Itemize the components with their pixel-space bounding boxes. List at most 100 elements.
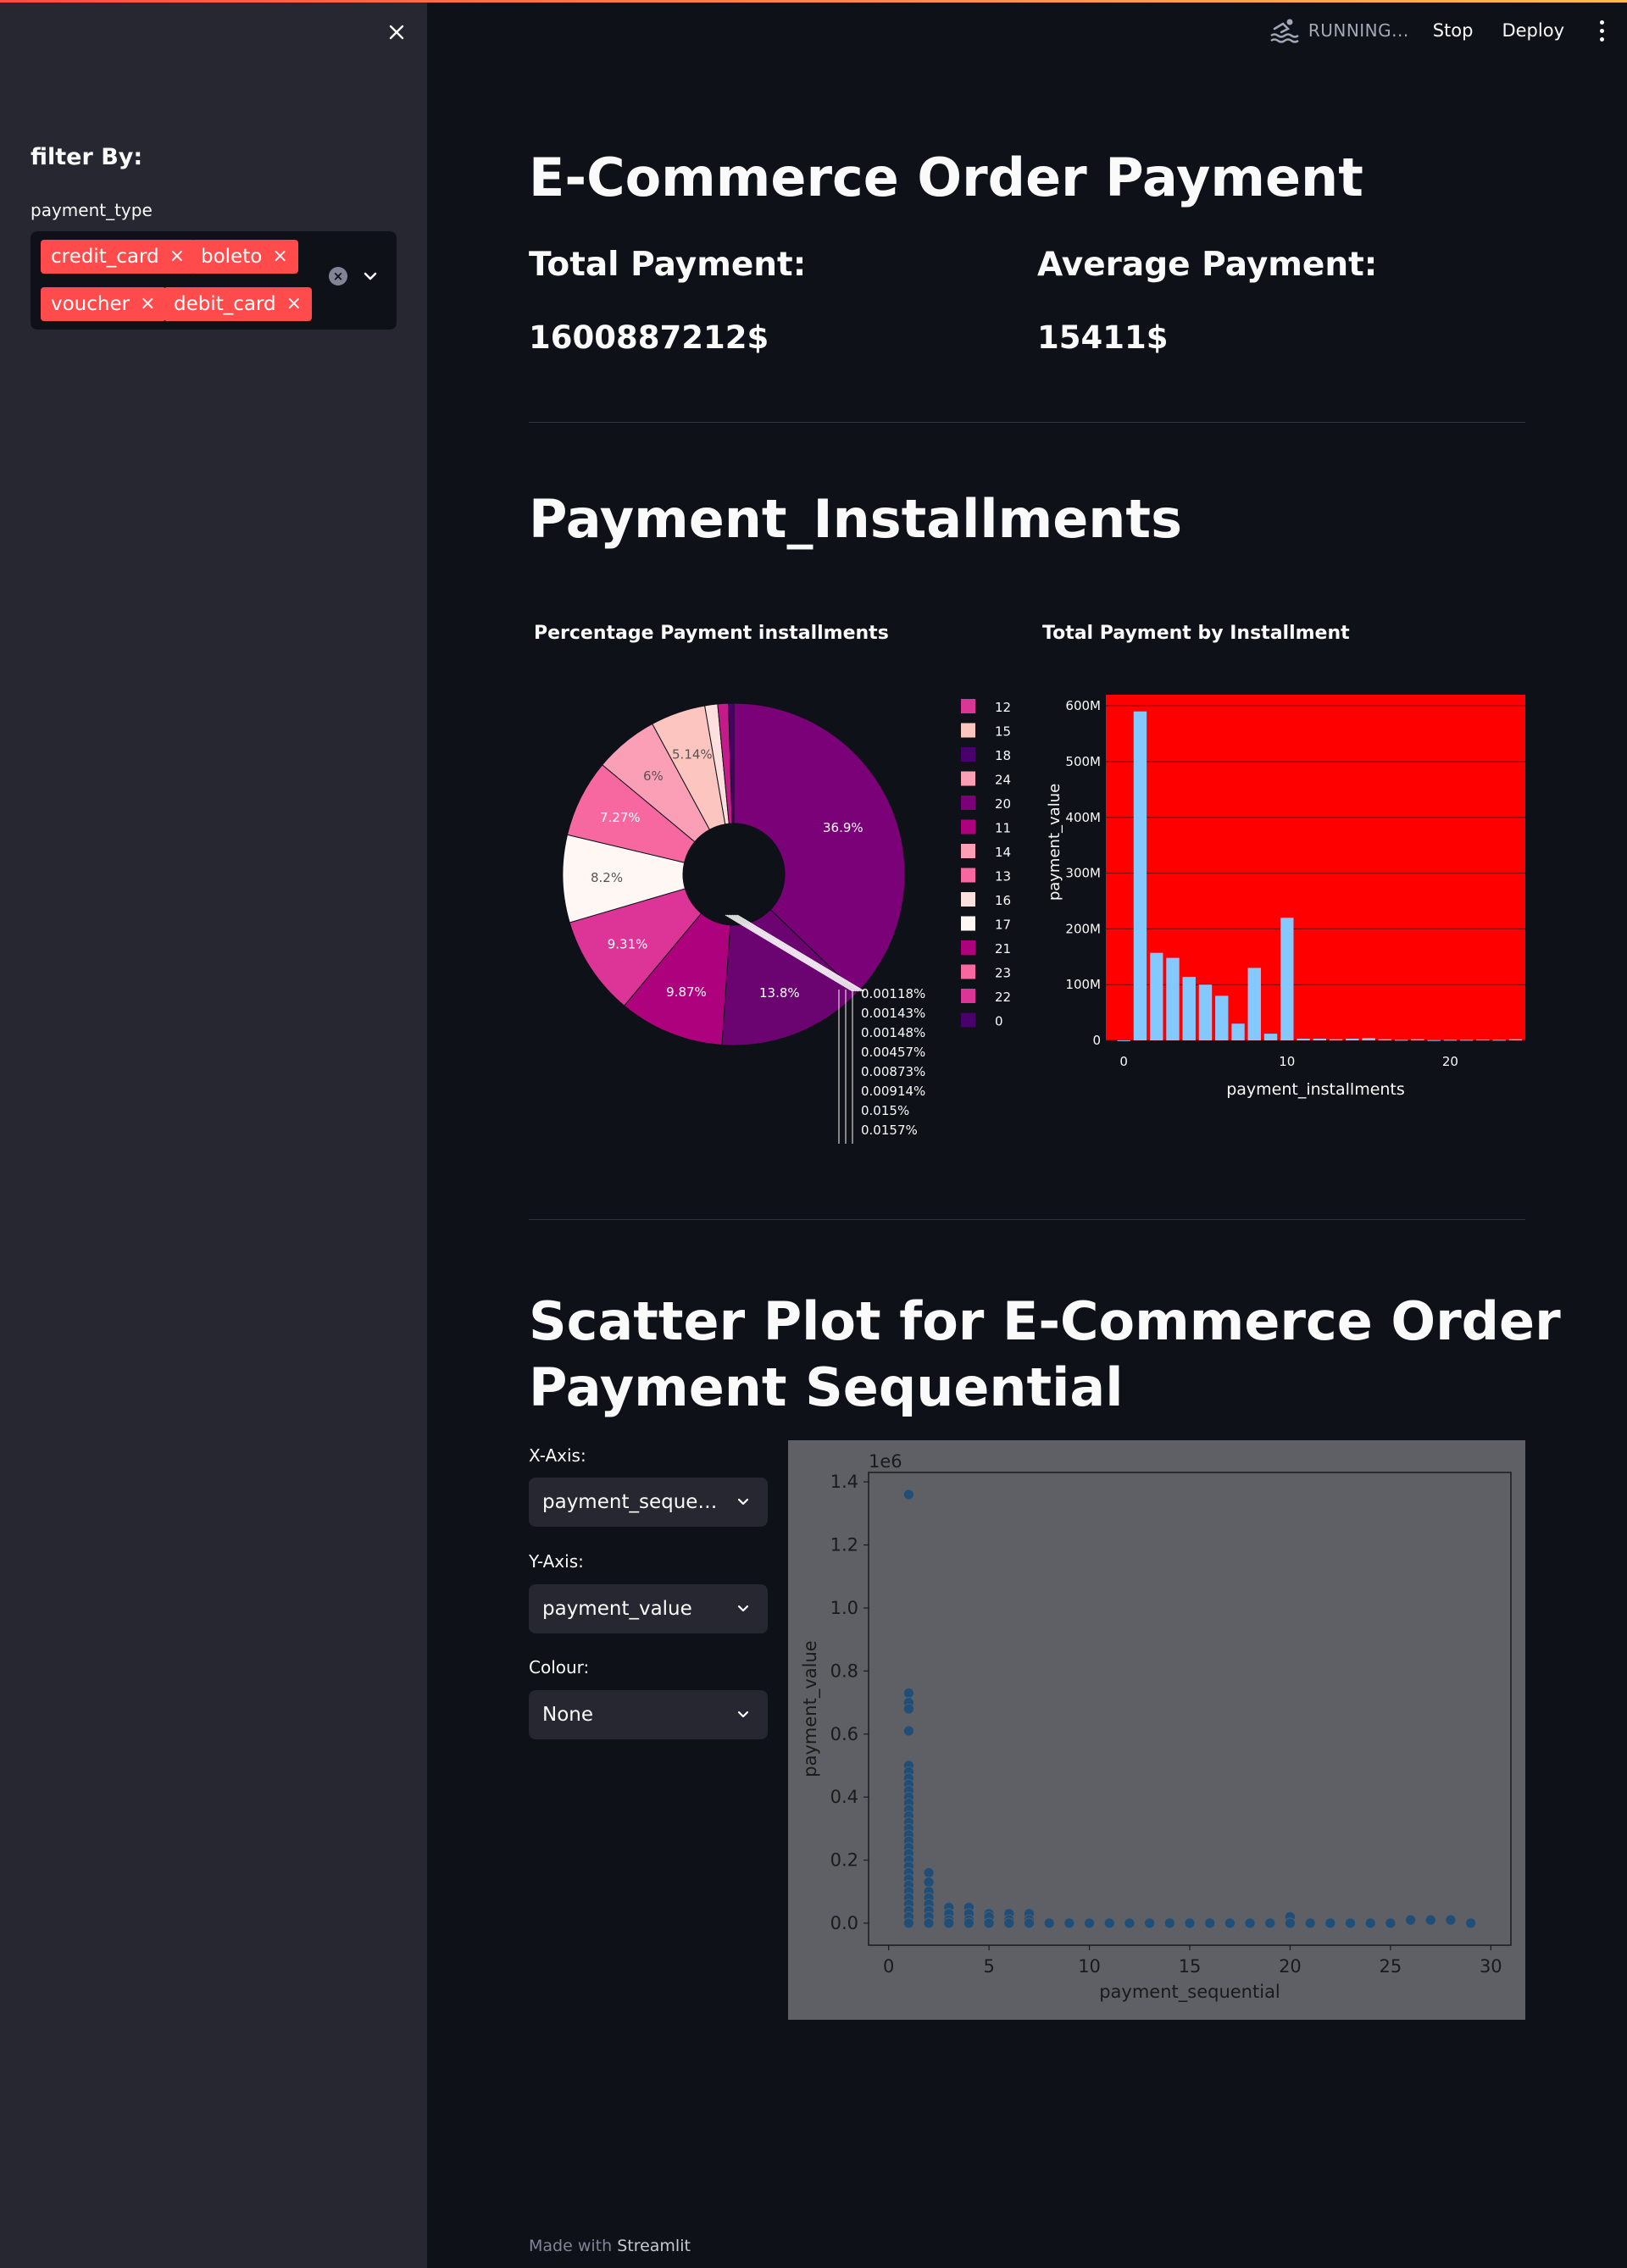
- x-tick-label: 0: [1119, 1054, 1128, 1069]
- remove-tag-icon[interactable]: ×: [286, 295, 302, 313]
- tag-voucher: voucher ×: [41, 287, 166, 321]
- scatter-point: [1324, 1917, 1336, 1929]
- scatter-point: [1405, 1914, 1416, 1926]
- legend-swatch: [961, 964, 975, 979]
- clear-all-icon[interactable]: ×: [329, 267, 347, 286]
- bar: [1150, 952, 1163, 1040]
- scatter-point: [1063, 1917, 1075, 1929]
- y-tick-label: 0.2: [830, 1850, 858, 1871]
- legend-swatch: [961, 844, 975, 858]
- y-axis-title: payment_value: [1046, 784, 1063, 901]
- bar: [1182, 976, 1196, 1040]
- divider: [529, 422, 1525, 423]
- legend-swatch: [961, 916, 975, 931]
- legend-swatch: [961, 940, 975, 955]
- page-title: E-Commerce Order Payment: [529, 147, 1363, 208]
- total-payment-label: Total Payment:: [529, 246, 807, 284]
- y-axis-select[interactable]: payment_value: [529, 1584, 768, 1633]
- chevron-down-icon: [737, 1498, 749, 1506]
- x-axis-select[interactable]: payment_sequen...: [529, 1478, 768, 1527]
- colour-select[interactable]: None: [529, 1690, 768, 1739]
- pie-slice-label: 13.8%: [759, 985, 800, 1001]
- legend-swatch: [961, 796, 975, 810]
- scatter-chart: 0 5 10 15 20 25 30 0.0 0.2 0.4 0.6 0.8 1.0 1.2 1.4 1e6 p…: [788, 1440, 1525, 2020]
- legend-swatch: [961, 771, 975, 786]
- main-menu-icon[interactable]: [1593, 18, 1610, 43]
- y-axis-label: Y-Axis:: [529, 1551, 584, 1572]
- bar-chart: 0 100M 200M 300M 400M 500M 600M 0 10 20 payment_in…: [1046, 695, 1525, 1099]
- y-tick-label: 200M: [1065, 921, 1101, 936]
- streamlit-link[interactable]: Streamlit: [617, 2237, 691, 2255]
- y-tick-label: 0.4: [830, 1787, 858, 1807]
- legend-label: 11: [995, 821, 1011, 836]
- y-axis-title: payment_value: [800, 1640, 821, 1777]
- bar: [1215, 995, 1229, 1040]
- scatter-point: [943, 1917, 955, 1929]
- scatter-point: [1024, 1917, 1035, 1929]
- x-tick-label: 30: [1480, 1956, 1502, 1977]
- bar: [1313, 1039, 1327, 1040]
- legend-swatch: [961, 819, 975, 835]
- stop-button[interactable]: Stop: [1433, 20, 1474, 41]
- bar: [1198, 984, 1213, 1040]
- tag-label: credit_card: [51, 246, 159, 268]
- legend-swatch: [961, 1012, 975, 1028]
- legend-label: 21: [995, 941, 1011, 957]
- pie-slice-label: 5.14%: [672, 746, 713, 762]
- bar: [1427, 1040, 1441, 1041]
- scatter-point: [923, 1867, 935, 1878]
- scatter-point: [1103, 1917, 1115, 1929]
- deploy-button[interactable]: Deploy: [1502, 20, 1564, 41]
- small-slice-label: 0.00118%: [861, 986, 925, 1001]
- legend-label: 16: [995, 893, 1011, 908]
- pie-slice-label: 9.31%: [608, 936, 648, 951]
- x-axis-label: X-Axis:: [529, 1445, 586, 1466]
- x-axis-title: payment_sequential: [1099, 1982, 1280, 2003]
- legend-label: 20: [995, 796, 1011, 812]
- y-tick-label: 0.6: [830, 1724, 858, 1744]
- scatter-point: [1445, 1914, 1457, 1926]
- filter-label: payment_type: [31, 200, 153, 220]
- colour-label: Colour:: [529, 1657, 590, 1677]
- pie-slice-label: 8.2%: [591, 870, 623, 885]
- footer: Made with Streamlit: [529, 2237, 691, 2255]
- x-tick-label: 10: [1078, 1956, 1101, 1977]
- tag-label: debit_card: [174, 293, 276, 315]
- legend-label: 24: [995, 773, 1011, 788]
- footer-text: Made with: [529, 2237, 613, 2255]
- small-slice-label: 0.0157%: [861, 1123, 918, 1138]
- sidebar: filter By: payment_type credit_card × bo…: [0, 0, 427, 2268]
- chevron-down-icon[interactable]: [361, 267, 380, 286]
- x-tick-label: 15: [1179, 1956, 1202, 1977]
- scatter-point: [923, 1877, 935, 1888]
- scatter-point: [902, 1703, 914, 1715]
- section-title-scatter-line1: Scatter Plot for E-Commerce Order: [529, 1290, 1561, 1352]
- small-slice-label: 0.00914%: [861, 1084, 925, 1099]
- remove-tag-icon[interactable]: ×: [169, 247, 185, 266]
- payment-type-multiselect[interactable]: credit_card × boleto × voucher × debit_c…: [31, 231, 397, 330]
- scatter-point: [902, 1489, 914, 1500]
- scatter-point: [902, 1687, 914, 1699]
- legend-label: 15: [995, 724, 1011, 740]
- scatter-point: [1285, 1917, 1296, 1929]
- remove-tag-icon[interactable]: ×: [272, 247, 287, 266]
- pie-slice-label: 36.9%: [823, 820, 863, 835]
- tag-label: voucher: [51, 293, 130, 315]
- scatter-point: [1345, 1917, 1356, 1929]
- legend-swatch: [961, 989, 975, 1003]
- bar: [1117, 1040, 1130, 1041]
- average-payment-value: 15411$: [1037, 319, 1169, 356]
- legend-label: 13: [995, 869, 1011, 884]
- remove-tag-icon[interactable]: ×: [140, 295, 155, 313]
- close-sidebar-button[interactable]: [383, 19, 410, 46]
- select-value: None: [542, 1704, 594, 1726]
- y-tick-label: 600M: [1065, 698, 1101, 713]
- scatter-point: [923, 1917, 935, 1929]
- pie-chart: 36.9% 13.8% 9.87% 9.31% 8.2% 7.27% 6% 5.14% 0.00…: [562, 699, 1011, 1144]
- small-slice-label: 0.00873%: [861, 1064, 925, 1079]
- tag-label: boleto: [201, 246, 263, 268]
- bar: [1263, 1034, 1278, 1040]
- pie-slice-label: 9.87%: [666, 984, 707, 1000]
- small-slice-label: 0.00148%: [861, 1025, 925, 1040]
- bar: [1133, 711, 1147, 1040]
